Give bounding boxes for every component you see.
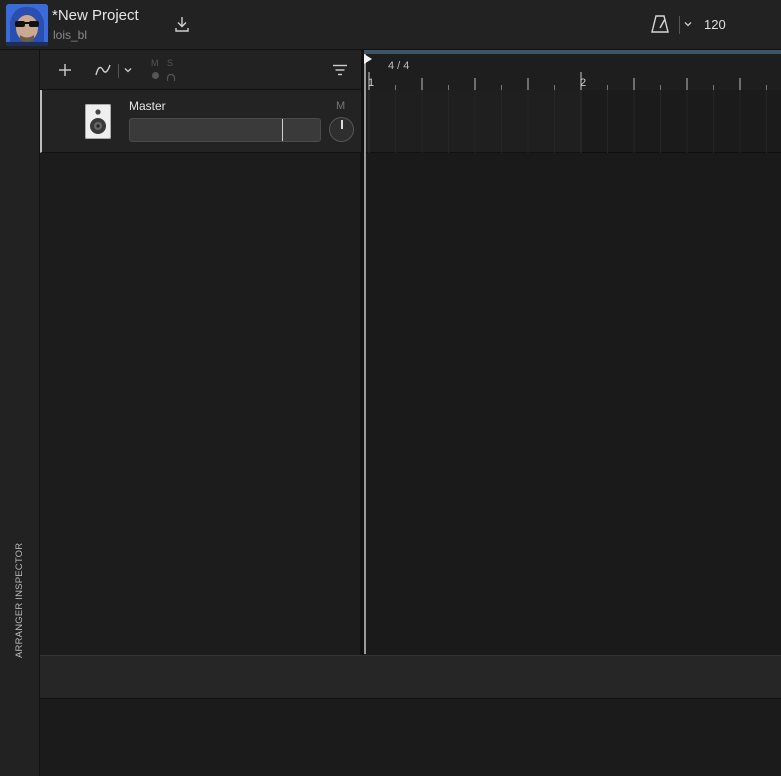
master-track-lane[interactable] (364, 90, 781, 153)
plus-icon[interactable] (57, 62, 73, 78)
arranger-inspector-panel[interactable]: ARRANGER INSPECTOR (0, 50, 40, 776)
automation-curve-icon[interactable] (94, 61, 114, 79)
lane-grid (368, 90, 781, 153)
timeline-ruler[interactable]: 4 / 4 1 2 (364, 54, 781, 90)
playhead[interactable] (364, 54, 366, 654)
bottom-toolbar (40, 655, 781, 699)
time-signature[interactable]: 4 / 4 (388, 60, 409, 72)
track-row-master[interactable]: Master M (40, 90, 361, 153)
bar-number-2: 2 (580, 77, 587, 89)
volume-slider-handle[interactable] (282, 119, 283, 141)
headphones-icon (166, 70, 176, 81)
chevron-down-icon[interactable] (682, 17, 694, 31)
ruler-ticks (368, 72, 767, 90)
tempo-value[interactable]: 120 (704, 17, 726, 32)
mute-button[interactable]: M (336, 100, 345, 112)
track-name[interactable]: Master (129, 99, 166, 113)
download-icon[interactable] (172, 14, 192, 34)
track-toolbar: M S (40, 50, 361, 90)
toolbar-separator (118, 64, 119, 78)
solo-header: S (167, 58, 174, 68)
playhead-marker[interactable] (364, 54, 372, 64)
pan-knob[interactable] (329, 117, 354, 142)
mute-header: M (151, 58, 159, 68)
pan-knob-indicator (341, 120, 343, 129)
project-title[interactable]: *New Project (52, 7, 139, 24)
user-avatar[interactable] (6, 4, 48, 46)
speaker-icon (85, 104, 111, 139)
bottom-panel (40, 699, 781, 776)
arrangement-view[interactable]: 4 / 4 1 2 (364, 50, 781, 655)
bar-number-1: 1 (368, 77, 375, 89)
record-dot-icon (152, 72, 159, 79)
track-list[interactable]: Master M (40, 90, 361, 655)
filter-icon[interactable] (332, 63, 348, 77)
top-bar: *New Project lois_bl 120 (0, 0, 781, 50)
project-owner: lois_bl (53, 28, 88, 42)
metronome-icon[interactable] (650, 14, 670, 34)
tempo-separator (679, 16, 680, 34)
arranger-inspector-label[interactable]: ARRANGER INSPECTOR (14, 543, 25, 658)
chevron-down-icon[interactable] (122, 63, 134, 77)
volume-slider[interactable] (129, 118, 321, 142)
bar-shade (581, 90, 781, 153)
